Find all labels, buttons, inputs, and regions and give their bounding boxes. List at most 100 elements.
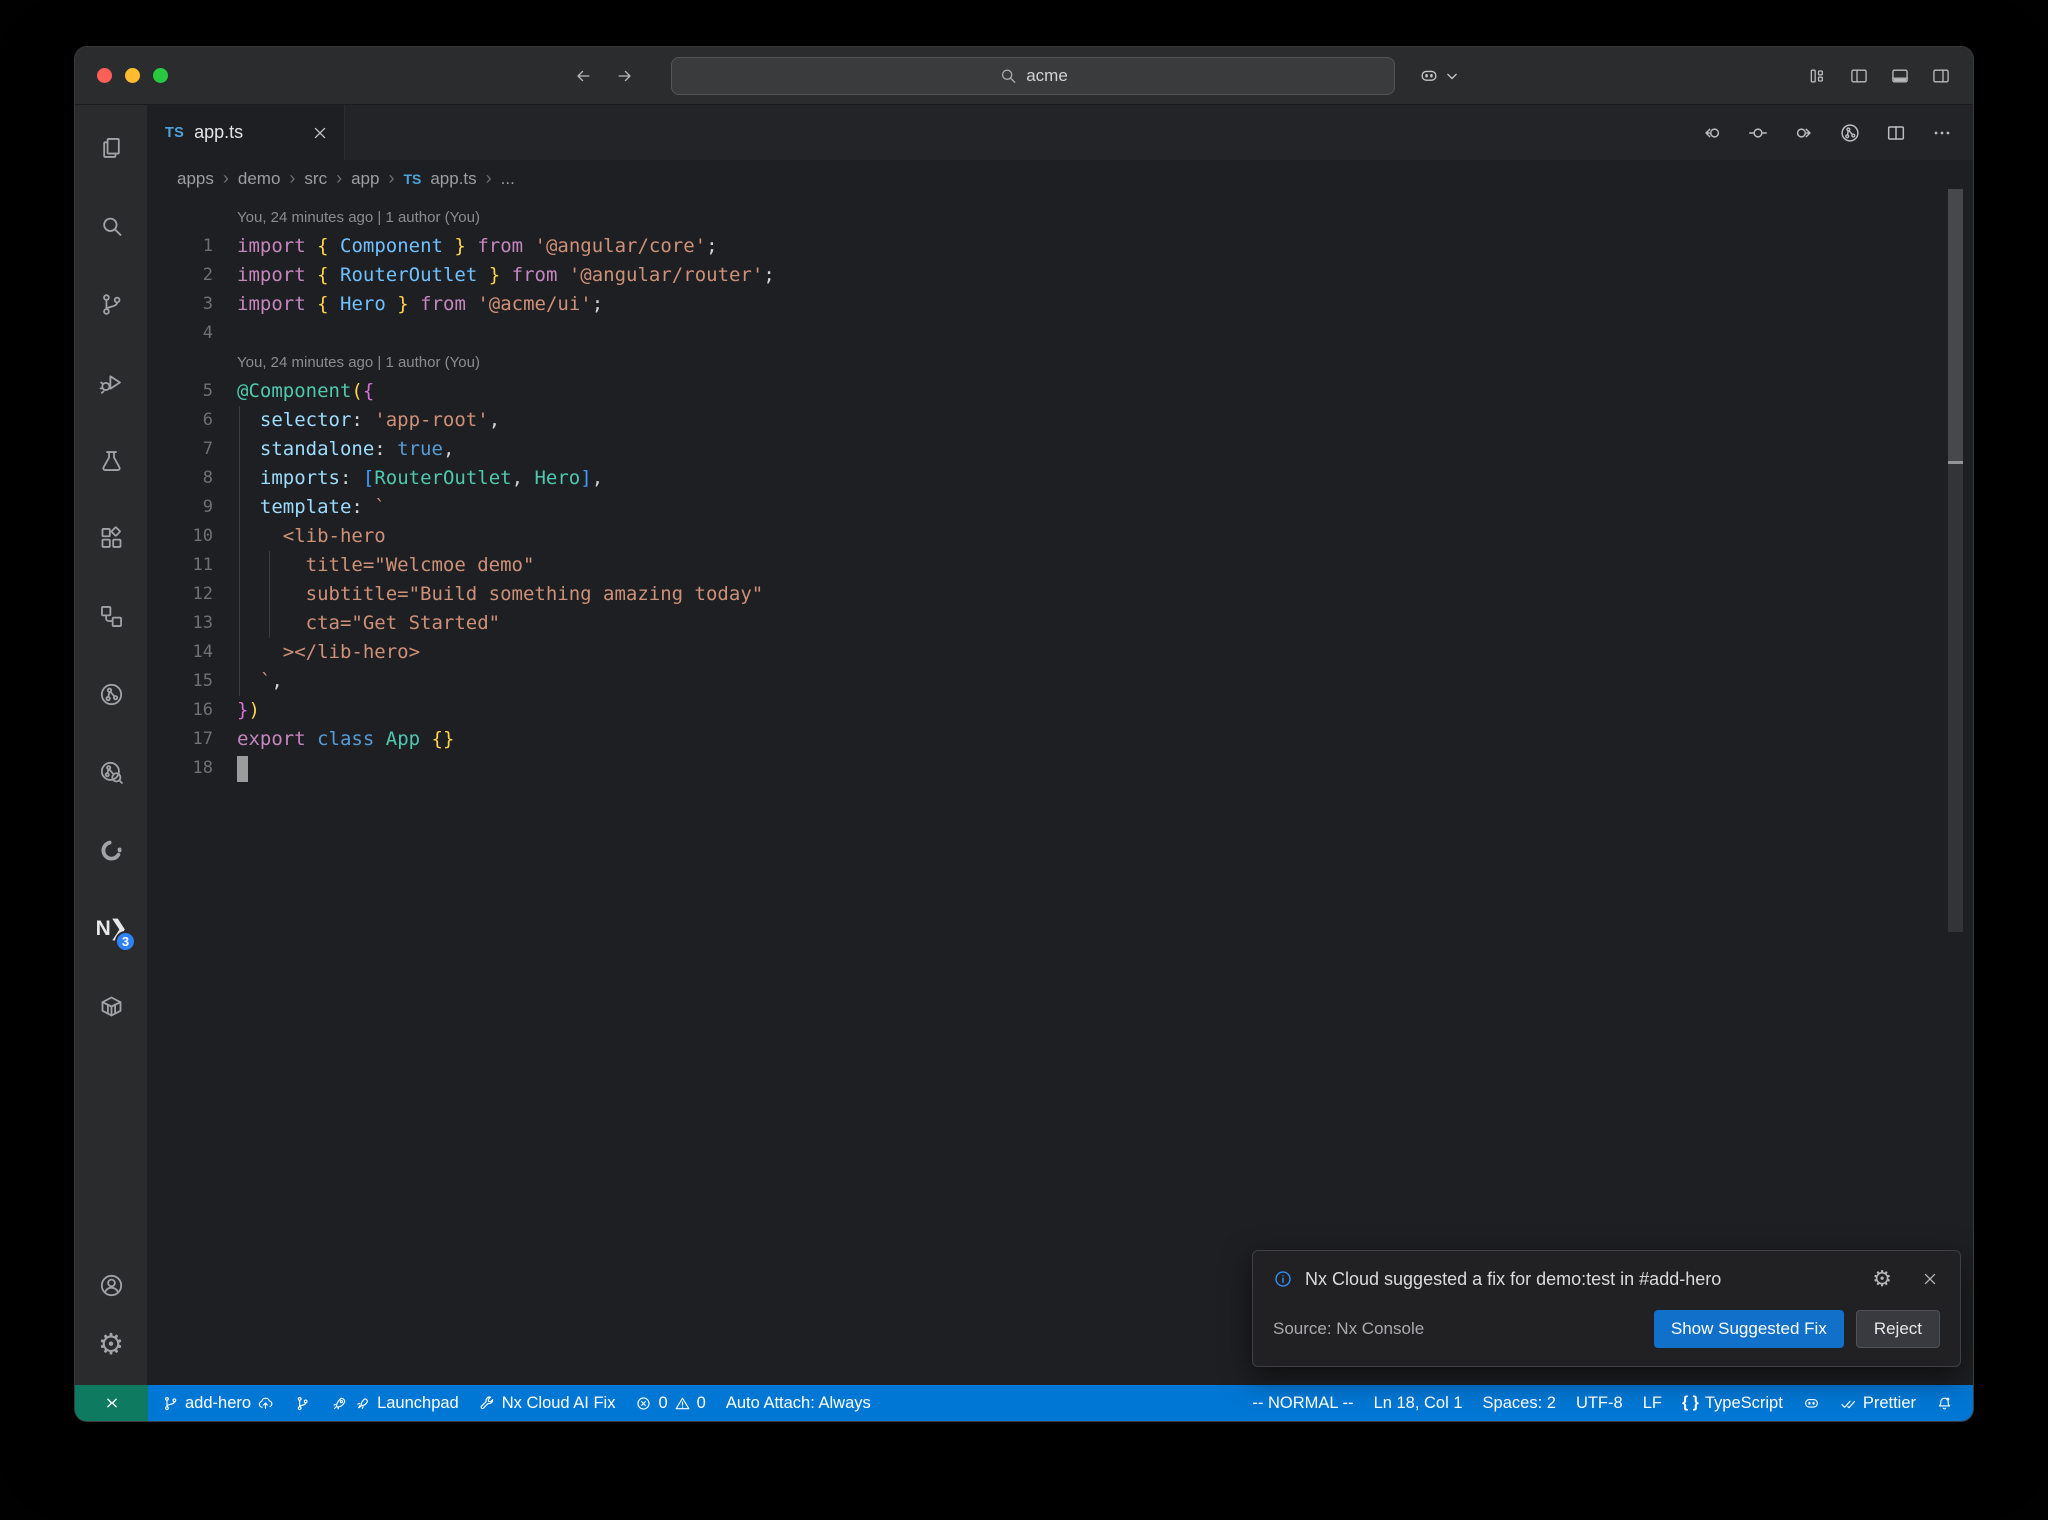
toggle-primary-sidebar-icon[interactable] (1849, 66, 1869, 86)
open-changes-icon[interactable] (1747, 122, 1769, 144)
zoom-window-button[interactable] (153, 68, 168, 83)
breadcrumb-item-apps[interactable]: apps (177, 169, 214, 189)
code-line: 1 import { Component } from '@angular/cor… (147, 232, 1973, 261)
line-text: selector: 'app-root', (259, 409, 501, 431)
scrollbar-slider[interactable] (1948, 189, 1963, 461)
scrollbar-track[interactable] (1948, 464, 1963, 932)
indent-guide (269, 551, 270, 638)
notifications-bell-item[interactable] (1926, 1385, 1963, 1421)
breadcrumb-separator: › (289, 168, 296, 188)
line-text: }) (237, 699, 260, 721)
line-number: 15 (192, 671, 213, 691)
nx-circle-icon (98, 681, 125, 708)
launchpad-item[interactable]: Launchpad (321, 1385, 469, 1421)
back-icon[interactable] (573, 66, 593, 86)
more-actions-icon[interactable] (1931, 122, 1953, 144)
rocket-check-icon (331, 1395, 348, 1412)
extensions-icon (98, 525, 125, 552)
breadcrumb-item-file[interactable]: app.ts (430, 169, 476, 189)
tab-app-ts[interactable]: TS app.ts (147, 105, 345, 160)
line-text: subtitle="Build something amazing today" (237, 583, 764, 605)
line-number: 17 (192, 729, 213, 749)
sidebar-item-testing[interactable] (75, 421, 147, 499)
next-change-icon[interactable] (1793, 122, 1815, 144)
split-editor-icon[interactable] (1885, 122, 1907, 144)
copilot-menu[interactable] (1419, 47, 1462, 104)
sidebar-item-nx-console[interactable]: N❯ 3 (75, 889, 147, 967)
cursor-position-item[interactable]: Ln 18, Col 1 (1364, 1385, 1473, 1421)
close-tab-icon[interactable] (310, 123, 330, 143)
breadcrumb-separator: › (336, 168, 343, 188)
sidebar-item-extensions[interactable] (75, 499, 147, 577)
notification-settings-icon[interactable]: ⚙ (1872, 1268, 1892, 1290)
prettier-item[interactable]: Prettier (1830, 1385, 1926, 1421)
sidebar-item-nx-targets[interactable] (75, 655, 147, 733)
files-icon (98, 135, 125, 162)
code-line: 3 import { Hero } from '@acme/ui'; (147, 290, 1973, 319)
code-line: 8 imports: [RouterOutlet, Hero], (147, 464, 1973, 493)
vim-mode-item[interactable]: -- NORMAL -- (1242, 1385, 1363, 1421)
breadcrumb-symbol-ellipsis[interactable]: ... (501, 169, 515, 189)
sidebar-item-source-control[interactable] (75, 265, 147, 343)
notification-close-icon[interactable] (1920, 1269, 1940, 1289)
traffic-lights (97, 68, 168, 83)
line-number: 12 (192, 584, 213, 604)
line-text: imports: [RouterOutlet, Hero], (259, 467, 604, 489)
show-suggested-fix-button[interactable]: Show Suggested Fix (1653, 1310, 1844, 1348)
line-number: 4 (202, 323, 213, 343)
line-text: ></lib-hero> (237, 641, 421, 663)
toggle-panel-icon[interactable] (1890, 66, 1910, 86)
customize-layout-icon[interactable] (1808, 66, 1828, 86)
accounts-button[interactable] (75, 1255, 147, 1315)
sidebar-item-search[interactable] (75, 187, 147, 265)
sidebar-item-run-debug[interactable] (75, 343, 147, 421)
nx-cloud-ai-fix-item[interactable]: Nx Cloud AI Fix (469, 1385, 626, 1421)
eol-item[interactable]: LF (1633, 1385, 1672, 1421)
status-bar: add-hero Launchpad Nx Cloud AI Fix 0 0 Auto A… (75, 1385, 1973, 1421)
git-graph-item[interactable] (284, 1385, 321, 1421)
breadcrumb-item-demo[interactable]: demo (238, 169, 281, 189)
sidebar-item-explorer[interactable] (75, 109, 147, 187)
git-branch-item[interactable]: add-hero (152, 1385, 284, 1421)
sidebar-item-nx-cloud[interactable] (75, 733, 147, 811)
code-line: 4 (147, 319, 1973, 348)
indentation-item[interactable]: Spaces: 2 (1473, 1385, 1566, 1421)
toggle-secondary-sidebar-icon[interactable] (1931, 66, 1951, 86)
previous-change-icon[interactable] (1701, 122, 1723, 144)
breadcrumb-separator: › (222, 168, 229, 188)
breadcrumb-item-src[interactable]: src (304, 169, 327, 189)
sidebar-item-edge-tools[interactable] (75, 811, 147, 889)
encoding-item[interactable]: UTF-8 (1566, 1385, 1633, 1421)
remote-indicator[interactable] (75, 1385, 148, 1421)
command-center-search[interactable]: acme (671, 57, 1395, 95)
reject-button[interactable]: Reject (1855, 1310, 1940, 1348)
line-number: 14 (192, 642, 213, 662)
copilot-status-item[interactable] (1793, 1385, 1830, 1421)
problems-item[interactable]: 00 (625, 1385, 715, 1421)
forward-icon[interactable] (615, 66, 635, 86)
line-text: import { RouterOutlet } from '@angular/r… (237, 264, 775, 286)
language-item[interactable]: { } TypeScript (1672, 1385, 1793, 1421)
sidebar-item-project-graph[interactable] (75, 577, 147, 655)
settings-button[interactable]: ⚙ (75, 1315, 147, 1375)
auto-attach-item[interactable]: Auto Attach: Always (716, 1385, 881, 1421)
line-number: 1 (202, 236, 213, 256)
breadcrumb-separator: › (485, 168, 492, 188)
code-editor[interactable]: You, 24 minutes ago | 1 author (You) 1 imp… (147, 197, 1973, 1385)
sidebar-item-containers[interactable] (75, 967, 147, 1045)
line-text: `, (237, 670, 283, 692)
debug-icon (98, 369, 125, 396)
nx-run-target-icon[interactable] (1839, 122, 1861, 144)
close-window-button[interactable] (97, 68, 112, 83)
notification-toast: Nx Cloud suggested a fix for demo:test i… (1252, 1250, 1961, 1367)
line-number: 11 (192, 555, 213, 575)
line-text: export class App {} (237, 728, 455, 750)
line-text: import { Component } from '@angular/core… (237, 235, 718, 257)
container-icon (98, 993, 125, 1020)
account-icon (98, 1272, 125, 1299)
breadcrumb-item-app[interactable]: app (351, 169, 379, 189)
line-text: import { Hero } from '@acme/ui'; (237, 293, 604, 315)
line-number: 5 (202, 381, 213, 401)
beaker-icon (98, 447, 125, 474)
minimize-window-button[interactable] (125, 68, 140, 83)
